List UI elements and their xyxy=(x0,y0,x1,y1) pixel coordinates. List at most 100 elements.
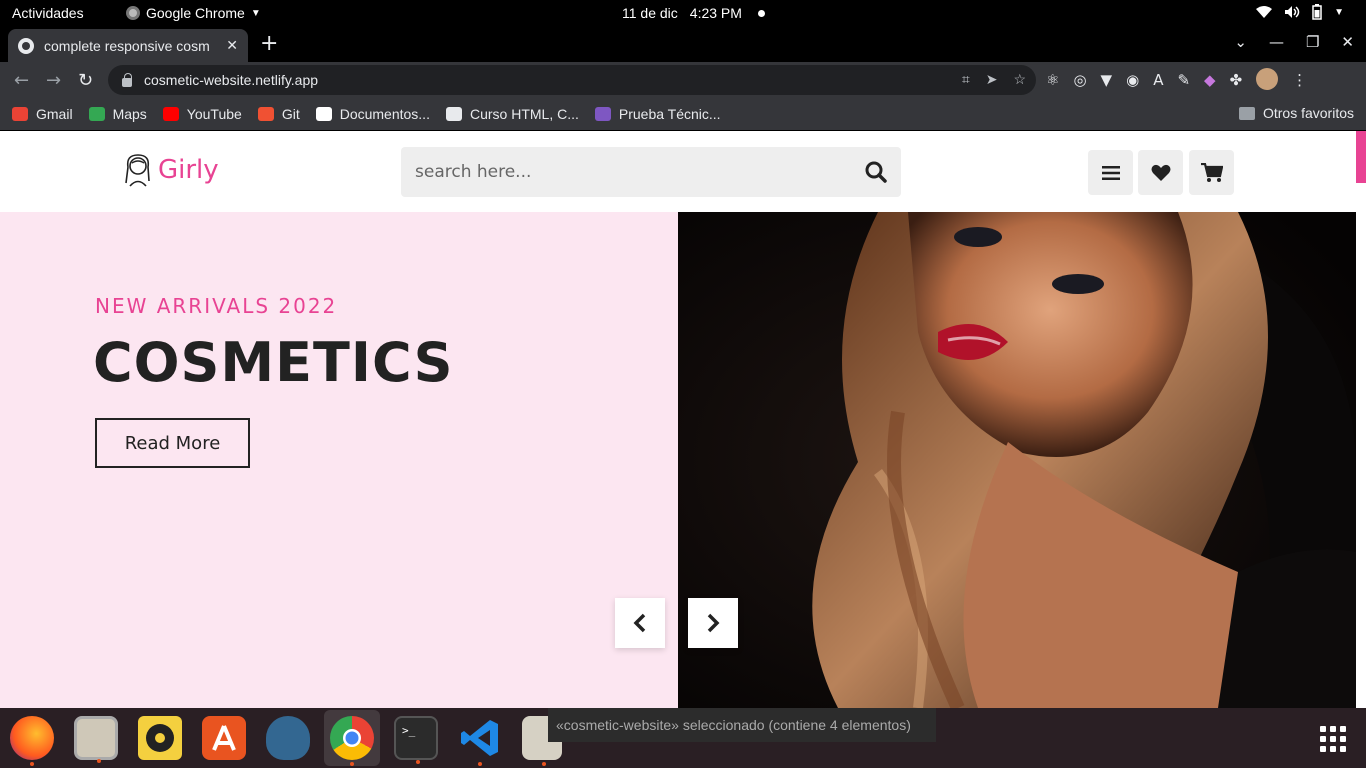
browser-tab[interactable]: complete responsive cosm ✕ xyxy=(8,29,248,62)
vscode-icon[interactable] xyxy=(458,716,502,766)
address-bar[interactable]: cosmetic-website.netlify.app ⌗ ➤ ☆ xyxy=(108,65,1036,95)
wifi-icon xyxy=(1256,6,1273,18)
extension-color-icon[interactable]: ◆ xyxy=(1204,71,1216,90)
restore-button[interactable]: ❐ xyxy=(1306,33,1319,51)
globe-icon xyxy=(18,37,34,54)
bookmark-item[interactable]: Prueba Técnic... xyxy=(594,106,721,122)
site-logo[interactable]: Girly xyxy=(122,153,219,187)
power-menu-icon: ▼ xyxy=(1334,6,1344,18)
bookmark-label: YouTube xyxy=(186,106,242,122)
hero-title: COSMETICS xyxy=(93,331,454,394)
chevron-left-icon xyxy=(633,613,646,633)
cart-icon xyxy=(1200,162,1223,182)
files-icon[interactable] xyxy=(74,716,118,763)
puzzle-icon[interactable]: ✤ xyxy=(1230,71,1243,90)
bookmark-item[interactable]: Gmail xyxy=(12,106,73,122)
bookmarks-bar: Gmail Maps YouTube Git Documentos... Curso HT… xyxy=(0,98,1366,130)
hero-text-panel: NEW ARRIVALS 2022 COSMETICS Read More xyxy=(0,212,678,708)
bookmark-favicon-icon xyxy=(12,107,28,121)
bookmark-favicon-icon xyxy=(257,107,274,121)
bookmark-label: Maps xyxy=(112,106,147,122)
hero-subtitle: NEW ARRIVALS 2022 xyxy=(95,294,338,318)
wishlist-button[interactable] xyxy=(1138,150,1183,195)
extension-pen-icon[interactable]: ✎ xyxy=(1177,71,1190,90)
close-window-button[interactable]: ✕ xyxy=(1341,33,1354,51)
chevron-right-icon xyxy=(707,613,720,633)
cart-button[interactable] xyxy=(1189,150,1234,195)
caret-down-icon: ▼ xyxy=(250,7,261,19)
carousel-prev-button[interactable] xyxy=(615,598,665,648)
other-bookmarks-label: Otros favoritos xyxy=(1262,105,1354,121)
scrollbar-track[interactable] xyxy=(1356,131,1366,708)
software-store-icon[interactable] xyxy=(202,716,246,760)
heart-icon xyxy=(1151,164,1170,181)
tab-search-icon[interactable]: ⌄ xyxy=(1234,33,1247,51)
system-tray[interactable]: ▼ xyxy=(1256,4,1344,20)
star-icon[interactable]: ☆ xyxy=(1013,71,1026,88)
pgadmin-elephant-icon[interactable] xyxy=(266,716,310,760)
send-icon[interactable]: ➤ xyxy=(986,71,998,88)
extension-a-icon[interactable]: A xyxy=(1153,71,1163,90)
translate-icon[interactable]: ⌗ xyxy=(962,71,970,88)
new-tab-button[interactable]: + xyxy=(260,31,278,56)
minimize-button[interactable]: — xyxy=(1269,33,1284,51)
search-icon[interactable] xyxy=(865,161,887,183)
reload-icon[interactable]: ↻ xyxy=(78,70,93,91)
taskbar-dock: >_ «cosmetic-website» seleccionado (cont… xyxy=(0,708,1366,768)
forward-icon[interactable]: → xyxy=(46,70,61,91)
terminal-icon[interactable]: >_ xyxy=(394,716,438,764)
window-controls: ⌄ — ❐ ✕ xyxy=(1234,33,1354,51)
profile-avatar[interactable] xyxy=(1256,68,1279,90)
read-more-button[interactable]: Read More xyxy=(95,418,250,468)
rhythmbox-icon[interactable] xyxy=(138,716,182,760)
bookmark-label: Gmail xyxy=(36,106,73,122)
folder-icon xyxy=(1238,106,1255,120)
bookmark-favicon-icon xyxy=(445,107,462,121)
react-devtools-icon[interactable]: ⚛ xyxy=(1046,71,1059,90)
vue-devtools-icon[interactable]: ▼ xyxy=(1101,71,1113,90)
girl-face-icon xyxy=(125,154,150,187)
bookmark-item[interactable]: Git xyxy=(257,106,300,122)
search-input[interactable] xyxy=(415,147,845,197)
web-page: Girly NEW ARRIVA xyxy=(0,131,1366,708)
system-top-bar: Actividades Google Chrome ▼ 11 de dic 4:… xyxy=(0,0,1366,27)
volume-icon xyxy=(1285,6,1300,18)
search-box xyxy=(401,147,901,197)
target-extension-icon[interactable]: ◎ xyxy=(1073,71,1086,90)
url-text: cosmetic-website.netlify.app xyxy=(144,72,319,88)
carousel-next-button[interactable] xyxy=(688,598,738,648)
bookmark-item[interactable]: Maps xyxy=(88,106,147,122)
scrollbar-thumb[interactable] xyxy=(1356,131,1366,183)
chrome-dock-icon[interactable] xyxy=(330,716,374,766)
activities-button[interactable]: Actividades xyxy=(12,5,84,21)
app-menu[interactable]: Google Chrome ▼ xyxy=(126,5,261,21)
hamburger-icon xyxy=(1101,165,1120,180)
bookmark-favicon-icon xyxy=(315,107,332,121)
omnibox-actions: ⌗ ➤ ☆ xyxy=(962,71,1026,88)
app-menu-label: Google Chrome xyxy=(146,5,245,21)
hero-image xyxy=(678,212,1356,708)
model-portrait-image xyxy=(678,212,1356,708)
other-bookmarks[interactable]: Otros favoritos xyxy=(1238,105,1354,121)
clock[interactable]: 11 de dic 4:23 PM xyxy=(622,5,765,21)
close-tab-icon[interactable]: ✕ xyxy=(226,37,238,54)
extension-h-icon[interactable]: ◉ xyxy=(1126,71,1139,90)
bookmark-item[interactable]: Curso HTML, C... xyxy=(445,106,579,122)
bookmark-item[interactable]: YouTube xyxy=(162,106,242,122)
site-header: Girly xyxy=(0,131,1356,212)
battery-icon xyxy=(1312,4,1322,20)
bookmark-favicon-icon xyxy=(594,107,611,121)
lock-icon[interactable] xyxy=(122,72,132,87)
bookmark-favicon-icon xyxy=(88,107,105,121)
kebab-menu-icon[interactable]: ⋮ xyxy=(1292,71,1307,90)
bookmark-item[interactable]: Documentos... xyxy=(315,106,430,122)
extensions-area: ⚛ ◎ ▼ ◉ A ✎ ◆ ✤ ⋮ xyxy=(1046,68,1307,90)
bookmark-label: Git xyxy=(281,106,300,122)
selection-notification: «cosmetic-website» seleccionado (contien… xyxy=(548,708,936,742)
show-applications-icon[interactable] xyxy=(1320,726,1346,752)
menu-button[interactable] xyxy=(1088,150,1133,195)
firefox-icon[interactable] xyxy=(10,716,54,766)
bookmark-label: Prueba Técnic... xyxy=(618,106,721,122)
brand-name: Girly xyxy=(158,155,219,185)
back-icon[interactable]: ← xyxy=(14,70,29,91)
